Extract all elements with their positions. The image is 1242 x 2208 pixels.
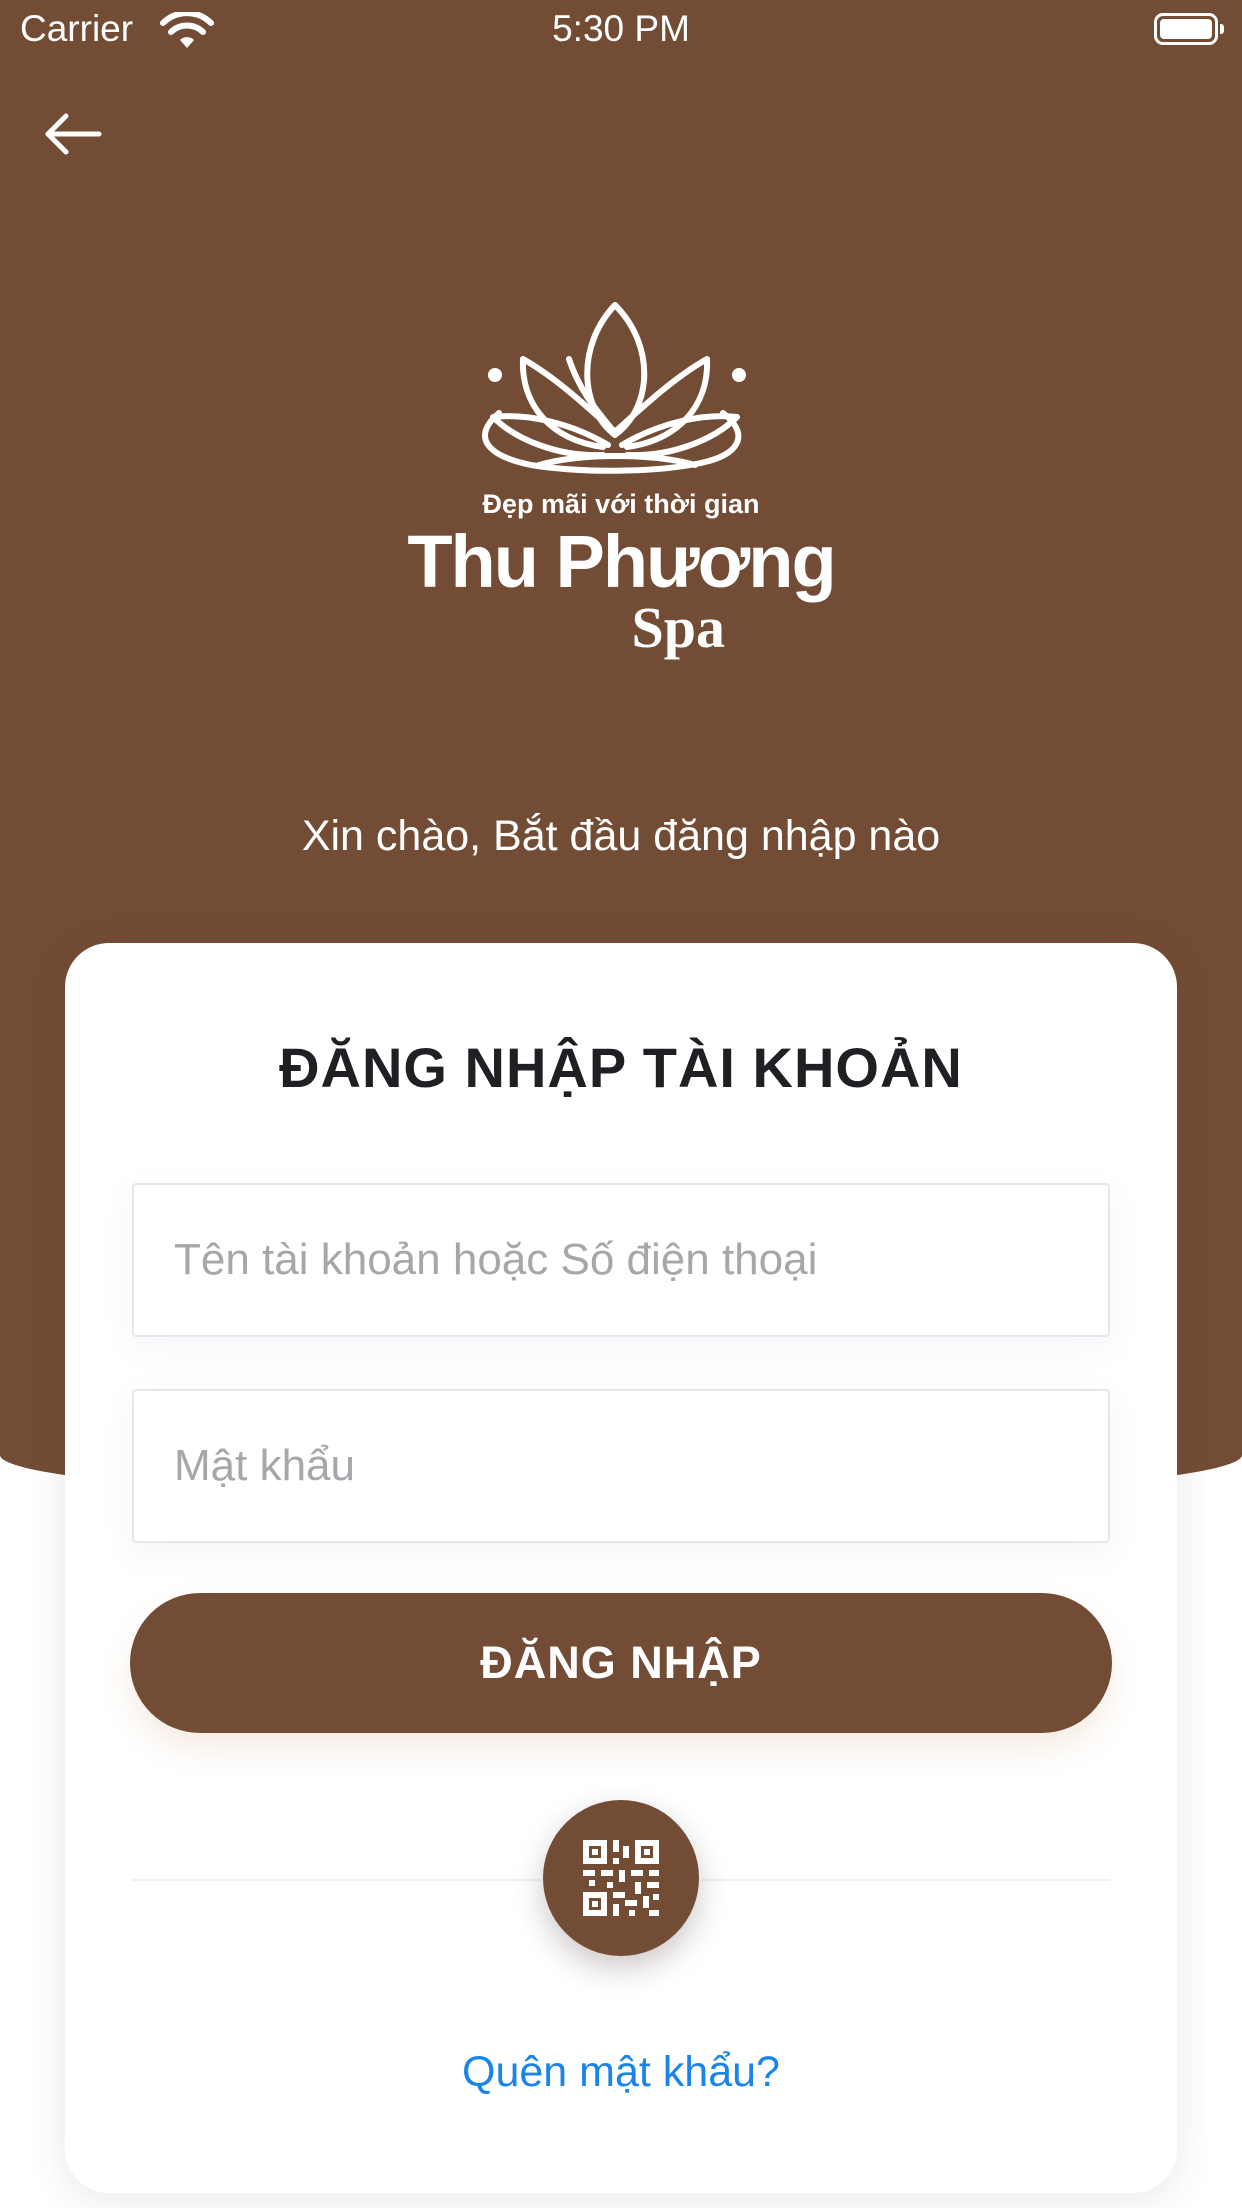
login-card: ĐĂNG NHẬP TÀI KHOẢN ĐĂNG NHẬP	[65, 943, 1177, 2193]
qr-code-icon	[583, 1840, 659, 1916]
divider-left	[132, 1879, 542, 1881]
status-time: 5:30 PM	[552, 8, 690, 49]
login-button[interactable]: ĐĂNG NHẬP	[130, 1593, 1112, 1733]
status-bar: Carrier 5:30 PM	[0, 0, 1242, 60]
lotus-logo-icon	[482, 302, 742, 474]
back-button[interactable]	[42, 110, 104, 158]
username-field[interactable]	[132, 1183, 1110, 1337]
password-input[interactable]	[134, 1391, 1108, 1541]
greeting-text: Xin chào, Bắt đầu đăng nhập nào	[301, 812, 941, 860]
username-input[interactable]	[134, 1185, 1108, 1335]
qr-login-button[interactable]	[543, 1800, 699, 1956]
brand-logo: Đẹp mãi với thời gian Thu Phương Spa	[407, 302, 837, 660]
arrow-left-icon	[45, 113, 102, 155]
brand-suffix: Spa	[631, 595, 725, 660]
battery-icon	[1154, 13, 1224, 45]
brand-tagline: Đẹp mãi với thời gian	[483, 489, 760, 519]
divider-right	[700, 1879, 1110, 1881]
password-field[interactable]	[132, 1389, 1110, 1543]
brand-name: Thu Phương	[407, 520, 834, 603]
forgot-password-link[interactable]: Quên mật khẩu?	[65, 2048, 1177, 2097]
login-title: ĐĂNG NHẬP TÀI KHOẢN	[279, 1036, 963, 1099]
